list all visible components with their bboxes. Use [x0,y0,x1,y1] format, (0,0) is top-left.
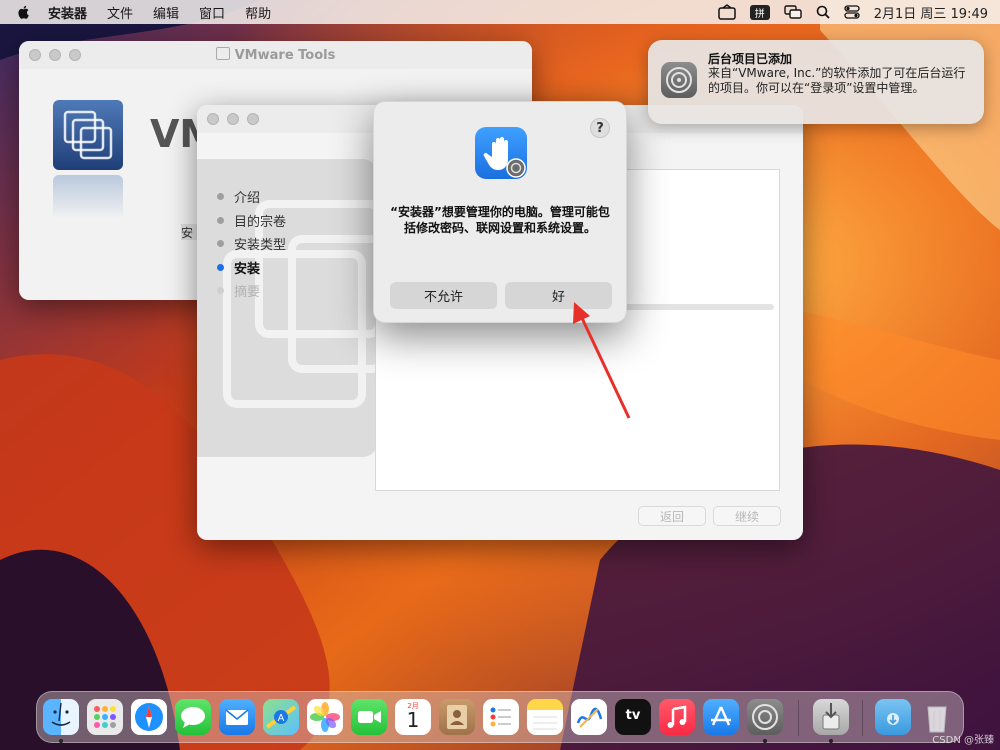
apple-tv-icon[interactable]: tv [615,699,651,735]
continue-button[interactable]: 继续 [713,506,781,526]
menu-window[interactable]: 窗口 [199,3,225,22]
downloads-folder-icon[interactable] [875,699,911,735]
permission-dialog: ? “安装器”想要管理你的电脑。管理可能包括修改密码、联网设置和系统设置。 不允… [373,101,627,323]
help-button[interactable]: ? [590,118,610,138]
vmware-logo-reflection [53,175,123,219]
menu-help[interactable]: 帮助 [245,3,271,22]
system-settings-dock-icon[interactable] [747,699,783,735]
vmware-titlebar: VMware Tools [19,41,532,69]
maps-icon[interactable]: A [263,699,299,735]
installer-running-indicator [829,739,833,743]
system-settings-icon [661,62,697,98]
dock: A 2月 1 tv [36,691,964,743]
notes-icon[interactable] [527,699,563,735]
installer-steps: 介绍 目的宗卷 安装类型 安装 摘要 [217,185,286,303]
vmware-logo-icon [53,100,123,170]
menu-app-name[interactable]: 安装器 [48,3,87,22]
installer-window-controls [207,113,267,125]
disk-icon [215,47,230,60]
installer-zoom-button[interactable] [247,113,259,125]
mail-icon[interactable] [219,699,255,735]
step-installation-type: 安装类型 [217,232,286,256]
finder-icon[interactable] [43,699,79,735]
background-items-notification[interactable]: 后台项目已添加 来自“VMware, Inc.”的软件添加了可在后台运行的项目。… [648,40,984,124]
input-method-indicator[interactable]: 拼 [749,4,770,20]
svg-text:A: A [278,713,285,724]
installer-minimize-button[interactable] [227,113,239,125]
facetime-icon[interactable] [351,699,387,735]
photos-icon[interactable] [307,699,343,735]
safari-icon[interactable] [131,699,167,735]
control-center-icon[interactable] [844,5,860,19]
notification-body: 来自“VMware, Inc.”的软件添加了可在后台运行的项目。你可以在“登录项… [708,66,966,95]
settings-running-indicator [763,739,767,743]
installer-dock-icon[interactable] [813,699,849,735]
trash-icon[interactable] [919,699,955,735]
step-destination: 目的宗卷 [217,209,286,233]
finder-running-indicator [59,739,63,743]
menu-bar: 安装器 文件 编辑 窗口 帮助 拼 2月1日 周三 19:49 [0,0,1000,24]
step-summary: 摘要 [217,279,286,303]
contacts-icon[interactable] [439,699,475,735]
back-button[interactable]: 返回 [638,506,706,526]
installer-close-button[interactable] [207,113,219,125]
calendar-day: 1 [406,708,420,732]
dialog-message: “安装器”想要管理你的电脑。管理可能包括修改密码、联网设置和系统设置。 [390,205,610,235]
menu-file[interactable]: 文件 [107,3,133,22]
spotlight-search-icon[interactable] [816,5,830,19]
reminders-icon[interactable] [483,699,519,735]
tv-label: tv [625,708,641,723]
launchpad-icon[interactable] [87,699,123,735]
music-icon[interactable] [659,699,695,735]
watermark: CSDN @张臻 [932,735,994,746]
security-hand-icon [475,127,527,179]
menu-clock[interactable]: 2月1日 周三 19:49 [874,3,988,22]
menu-edit[interactable]: 编辑 [153,3,179,22]
calendar-icon[interactable]: 2月 1 [395,699,431,735]
dock-separator-2 [862,700,863,736]
dock-separator [798,700,799,736]
status-tray-icon[interactable] [717,4,736,20]
ok-button[interactable]: 好 [505,282,612,309]
apple-menu-icon[interactable] [16,4,32,20]
screen-mirroring-icon[interactable] [784,5,802,19]
app-store-icon[interactable] [703,699,739,735]
messages-icon[interactable] [175,699,211,735]
deny-button[interactable]: 不允许 [390,282,497,309]
vmware-window-title: VMware Tools [19,47,532,63]
step-introduction: 介绍 [217,185,286,209]
step-install: 安装 [217,256,286,280]
notification-title: 后台项目已添加 [708,52,793,66]
freeform-icon[interactable] [571,699,607,735]
